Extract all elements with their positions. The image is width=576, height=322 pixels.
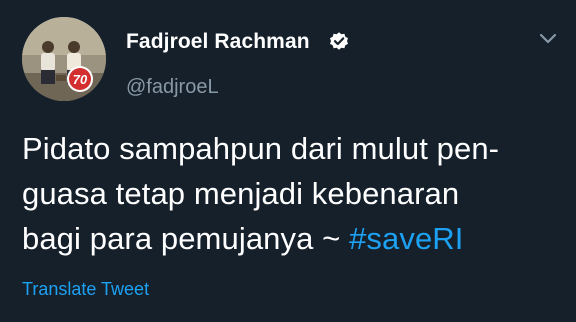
author-handle[interactable]: @fadjroeL: [126, 76, 219, 99]
author-display-name[interactable]: Fadjroel Rachman: [126, 30, 310, 54]
hashtag-link[interactable]: #saveRI: [349, 221, 463, 256]
avatar-badge-text: 70: [73, 72, 88, 87]
author-avatar[interactable]: 70: [22, 17, 106, 101]
tweet-text-line: Pidato sampahpun dari mulut pen-: [22, 131, 500, 166]
chevron-down-icon: [539, 32, 557, 50]
tweet-text-line: bagi para pemujanya ~ #saveRI: [22, 216, 567, 261]
avatar-photo: 70: [22, 17, 106, 101]
tweet-text-line: guasa tetap menjadi kebenaran: [22, 176, 460, 211]
tweet-text: Pidato sampahpun dari mulut pen- guasa t…: [22, 126, 567, 261]
translate-tweet-link[interactable]: Translate Tweet: [22, 279, 149, 300]
verified-badge-icon: [328, 30, 350, 52]
tweet-text-segment: bagi para pemujanya ~: [22, 221, 350, 256]
tweet-menu-button[interactable]: [534, 30, 562, 52]
tweet-card: 70 Fadjroel Rachman @fadjroeL Pidato sam…: [0, 0, 576, 322]
